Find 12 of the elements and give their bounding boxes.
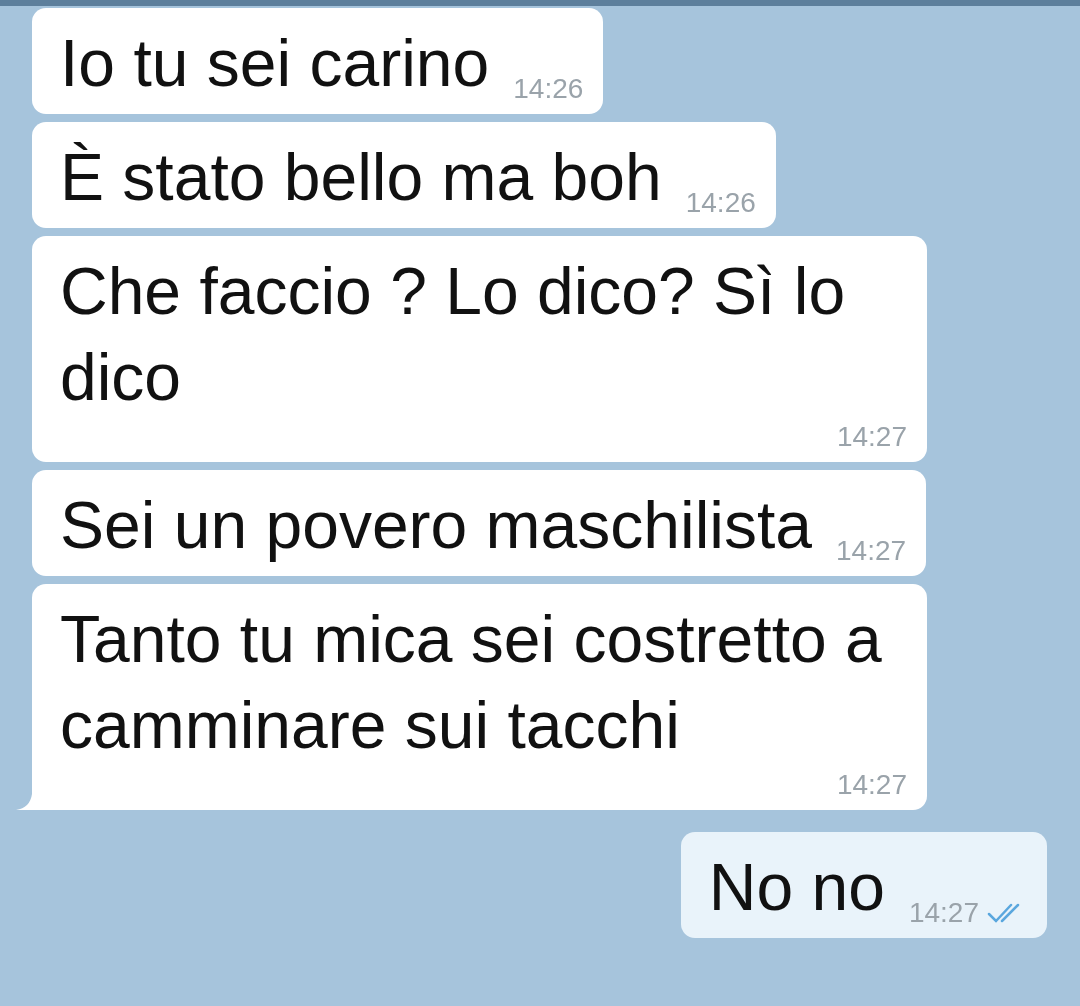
message-text: Io tu sei carino [60, 25, 490, 102]
message-text: È stato bello ma boh [60, 139, 662, 216]
message-text: Che faccio ? Lo dico? Sì lo dico [60, 253, 847, 416]
message-time: 14:27 [908, 896, 979, 930]
message-text: Tanto tu mica sei costretto a camminare sui tacchi [60, 601, 883, 764]
message-text: Sei un povero maschilista [60, 487, 813, 564]
message-time: 14:26 [513, 72, 584, 106]
message-text: No no [708, 849, 885, 926]
message-time: 14:27 [836, 768, 907, 802]
message-time: 14:27 [836, 420, 907, 454]
message-time: 14:27 [836, 534, 907, 568]
message-time: 14:26 [685, 186, 756, 220]
